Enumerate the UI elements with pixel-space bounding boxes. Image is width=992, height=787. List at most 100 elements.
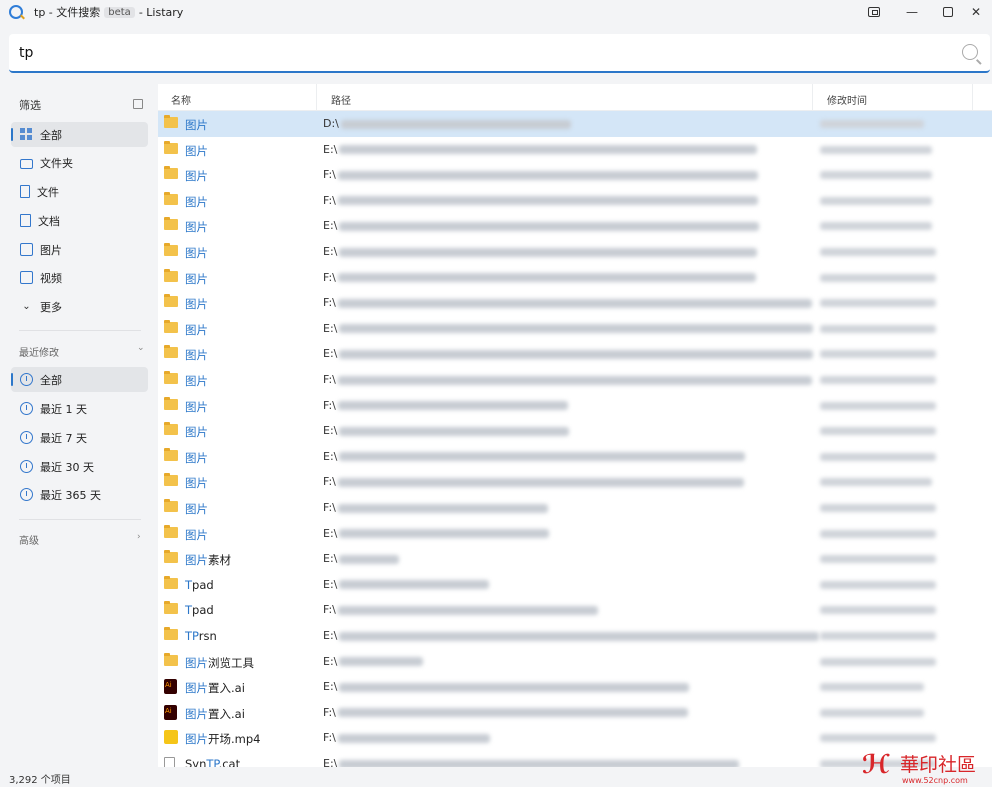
result-row[interactable]: 图片素材 E:\ (158, 546, 992, 572)
redacted-modified-time (820, 427, 936, 436)
recent-1-day[interactable]: 最近 1 天 (11, 396, 148, 421)
filter-videos[interactable]: 视频 (11, 265, 148, 290)
column-divider[interactable] (972, 84, 973, 111)
result-row[interactable]: 图片 F:\ (158, 162, 992, 188)
filter-header: 筛选 (19, 99, 41, 112)
result-row[interactable]: TPrsn E:\ (158, 623, 992, 649)
file-path: E:\ (323, 680, 690, 693)
redacted-path (340, 119, 571, 129)
result-row[interactable]: 图片 E:\ (158, 137, 992, 163)
file-name: 图片 (185, 399, 208, 414)
result-row[interactable]: 图片 E:\ (158, 213, 992, 239)
column-modified[interactable]: 修改时间 (827, 92, 867, 107)
redacted-path (337, 477, 744, 487)
recent-30-days[interactable]: 最近 30 天 (11, 454, 148, 479)
watermark-brand: 華印社區 (900, 754, 977, 776)
result-row[interactable]: 图片 E:\ (158, 316, 992, 342)
recent-365-days[interactable]: 最近 365 天 (11, 482, 148, 507)
clock-icon (20, 402, 33, 415)
result-row[interactable]: 图片 F:\ (158, 393, 992, 419)
filter-more[interactable]: ⌄ 更多 (11, 294, 148, 319)
minimize-button[interactable]: — (894, 0, 930, 24)
result-row[interactable]: 图片 E:\ (158, 521, 992, 547)
result-row[interactable]: 图片 E:\ (158, 341, 992, 367)
file-path: D:\ (323, 117, 571, 130)
file-name: 图片 (185, 502, 208, 516)
search-input[interactable] (19, 42, 919, 64)
file-path: F:\ (323, 501, 548, 514)
file-name: 图片置入.ai (185, 681, 245, 696)
column-divider[interactable] (812, 84, 813, 111)
result-row[interactable]: Tpad F:\ (158, 597, 992, 623)
redacted-path (337, 503, 548, 513)
file-path: F:\ (323, 168, 758, 181)
filter-all[interactable]: 全部 (11, 122, 148, 147)
result-row[interactable]: 图片 D:\ (158, 111, 992, 137)
result-row[interactable]: 图片 F:\ (158, 188, 992, 214)
recent-all[interactable]: 全部 (11, 367, 148, 392)
recent-header[interactable]: 最近修改 (19, 344, 59, 359)
folder-icon (164, 166, 178, 180)
edit-filter-icon[interactable] (133, 99, 143, 109)
file-path: F:\ (323, 194, 758, 207)
column-path[interactable]: 路径 (331, 92, 351, 107)
folder-icon (164, 319, 178, 333)
advanced-header[interactable]: 高级 (19, 532, 39, 547)
result-row[interactable]: 图片置入.ai E:\ (158, 674, 992, 700)
file-name: 图片 (185, 527, 208, 542)
search-icon[interactable] (962, 44, 978, 60)
document-icon (20, 214, 31, 227)
file-name: 图片 (185, 194, 208, 209)
folder-icon (164, 627, 178, 640)
result-row[interactable]: 图片浏览工具 E:\ (158, 649, 992, 675)
redacted-modified-time (820, 504, 936, 512)
result-row[interactable]: 图片 F:\ (158, 469, 992, 495)
result-row[interactable]: 图片 F:\ (158, 367, 992, 393)
status-bar: 3,292 个项目 (0, 767, 992, 787)
redacted-path (337, 375, 812, 385)
filter-documents[interactable]: 文档 (11, 208, 148, 233)
clock-icon (20, 488, 33, 501)
result-row[interactable]: 图片置入.ai F:\ (158, 700, 992, 726)
redacted-path (339, 631, 820, 641)
item-count: 3,292 个项目 (9, 775, 71, 786)
column-name[interactable]: 名称 (171, 92, 191, 107)
folder-icon (164, 575, 178, 589)
column-divider[interactable] (316, 84, 317, 111)
file-name: 图片 (185, 476, 208, 491)
file-name: Tpad (185, 577, 214, 592)
redacted-modified-time (820, 145, 932, 154)
file-path: F:\ (323, 475, 744, 488)
result-row[interactable]: 图片 F:\ (158, 265, 992, 291)
snap-layout-button[interactable] (856, 0, 892, 24)
result-row[interactable]: 图片 F:\ (158, 495, 992, 521)
filter-images[interactable]: 图片 (11, 237, 148, 262)
redacted-modified-time (820, 683, 924, 692)
video-file-icon (164, 730, 178, 745)
folder-icon (164, 345, 178, 359)
result-row[interactable]: 图片 E:\ (158, 418, 992, 444)
file-path: E:\ (323, 347, 814, 360)
recent-7-days[interactable]: 最近 7 天 (11, 425, 148, 450)
redacted-path (339, 145, 758, 155)
folder-icon (164, 499, 178, 512)
result-row[interactable]: Tpad E:\ (158, 572, 992, 598)
chevron-down-icon[interactable]: ⌄ (137, 343, 145, 353)
watermark-url: www.52cnp.com (902, 776, 968, 785)
minimize-icon: — (906, 5, 918, 19)
close-button[interactable]: ✕ (958, 0, 992, 24)
filter-folders[interactable]: 文件夹 (11, 150, 148, 175)
redacted-path (339, 221, 760, 231)
redacted-path (339, 529, 550, 539)
redacted-modified-time (820, 248, 936, 256)
file-name: 图片 (185, 246, 208, 260)
divider (19, 519, 141, 520)
chevron-right-icon[interactable]: › (137, 532, 145, 542)
filter-files[interactable]: 文件 (11, 179, 148, 204)
result-row[interactable]: 图片 E:\ (158, 239, 992, 265)
listary-logo-icon (9, 5, 23, 19)
folder-icon (164, 217, 178, 231)
result-row[interactable]: 图片 F:\ (158, 290, 992, 316)
result-row[interactable]: 图片 E:\ (158, 444, 992, 470)
grid-icon (20, 128, 33, 141)
